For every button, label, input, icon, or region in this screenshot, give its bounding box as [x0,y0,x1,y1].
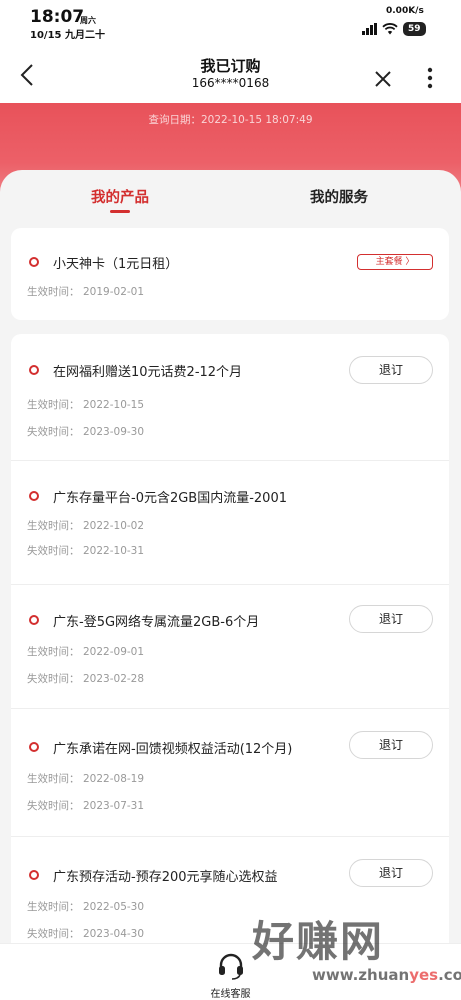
watermark-url-part: www.zhuan [312,966,410,984]
product-name: 广东预存活动-预存200元享随心选权益 [53,870,278,885]
tab-my-services[interactable]: 我的服务 [310,186,368,207]
effective-label: 生效时间： [27,901,80,913]
expire-row: 失效时间： 2023-07-31 [27,798,144,813]
watermark-url: www.zhuanyes.com [312,966,461,984]
main-panel: 我的产品 我的服务 小天神卡（1元日租） 主套餐 〉 生效时间： 2019-02-… [0,170,461,960]
list-item: 广东存量平台-0元含2GB国内流量-2001 生效时间： 2022-10-02 失… [11,460,449,584]
effective-date: 2022-05-30 [83,901,145,913]
main-package-name: 小天神卡（1元日租） [53,257,179,272]
effective-date: 2019-02-01 [83,286,145,298]
effective-row: 生效时间： 2022-09-01 [27,644,144,659]
expire-date: 2023-09-30 [83,426,145,438]
effective-row: 生效时间： 2022-10-02 [27,518,144,533]
status-weekday: 周六 [80,16,96,25]
customer-service-label[interactable]: 在线客服 [0,985,461,1000]
effective-label: 生效时间： [27,399,80,411]
status-bar: 18:07 周六 10/15 九月二十 0.00K/s 59 [0,0,461,44]
effective-row: 生效时间： 2022-08-19 [27,771,144,786]
signal-icon [362,23,377,35]
effective-label: 生效时间： [27,773,80,785]
effective-label: 生效时间： [27,646,80,658]
watermark-url-highlight: yes [409,966,439,984]
bullet-icon [29,742,39,752]
expire-label: 失效时间： [27,545,80,557]
expire-row: 失效时间： 2023-09-30 [27,424,144,439]
product-name: 广东存量平台-0元含2GB国内流量-2001 [53,491,288,506]
expire-row: 失效时间： 2023-04-30 [27,926,144,941]
status-icons: 59 [362,21,426,37]
main-package-badge[interactable]: 主套餐 〉 [357,254,433,270]
tab-my-products[interactable]: 我的产品 [91,186,149,207]
expire-row: 失效时间： 2022-10-31 [27,543,144,558]
status-time: 18:07 [30,7,85,27]
list-item: 广东承诺在网-回馈视频权益活动(12个月) 退订 生效时间： 2022-08-19… [11,708,449,836]
close-icon[interactable] [372,68,394,90]
product-name: 广东承诺在网-回馈视频权益活动(12个月) [53,742,293,757]
battery-icon: 59 [403,22,426,36]
more-icon[interactable] [420,65,440,91]
expire-label: 失效时间： [27,800,80,812]
unsubscribe-button[interactable]: 退订 [349,731,433,759]
expire-label: 失效时间： [27,673,80,685]
expire-label: 失效时间： [27,928,80,940]
expire-label: 失效时间： [27,426,80,438]
watermark-url-part: .com [438,966,461,984]
bullet-icon [29,870,39,880]
main-package-card: 小天神卡（1元日租） 主套餐 〉 生效时间： 2019-02-01 [11,228,449,320]
bullet-icon [29,615,39,625]
unsubscribe-button[interactable]: 退订 [349,605,433,633]
unsubscribe-button[interactable]: 退订 [349,859,433,887]
effective-date: 2022-10-02 [83,520,145,532]
expire-row: 失效时间： 2023-02-28 [27,671,144,686]
bullet-icon [29,491,39,501]
bullet-icon [29,365,39,375]
effective-date: 2022-10-15 [83,399,145,411]
status-net-speed: 0.00K/s [386,6,424,16]
main-package-effective: 生效时间： 2019-02-01 [27,284,144,299]
expire-date: 2023-07-31 [83,800,145,812]
headset-icon[interactable] [216,952,246,980]
active-tab-indicator [110,210,130,213]
unsubscribe-button[interactable]: 退订 [349,356,433,384]
bullet-icon [29,257,39,267]
product-name: 在网福利赠送10元话费2-12个月 [53,365,243,380]
wifi-icon [382,23,398,35]
query-date: 查询日期：2022-10-15 18:07:49 [148,114,313,126]
product-name: 广东-登5G网络专属流量2GB-6个月 [53,615,260,630]
effective-row: 生效时间： 2022-10-15 [27,397,144,412]
nav-bar: 我已订购 166****0168 [0,44,461,103]
list-item: 广东-登5G网络专属流量2GB-6个月 退订 生效时间： 2022-09-01 失… [11,584,449,708]
effective-date: 2022-08-19 [83,773,145,785]
expire-date: 2022-10-31 [83,545,145,557]
watermark-logo: 好赚网 [252,917,385,966]
expire-date: 2023-02-28 [83,673,145,685]
effective-label: 生效时间： [27,520,80,532]
effective-row: 生效时间： 2022-05-30 [27,899,144,914]
effective-label: 生效时间： [27,286,80,298]
list-item: 在网福利赠送10元话费2-12个月 退订 生效时间： 2022-10-15 失效时… [11,334,449,460]
status-date: 10/15 九月二十 [30,30,105,41]
product-list: 在网福利赠送10元话费2-12个月 退订 生效时间： 2022-10-15 失效时… [11,334,449,960]
effective-date: 2022-09-01 [83,646,145,658]
expire-date: 2023-04-30 [83,928,145,940]
